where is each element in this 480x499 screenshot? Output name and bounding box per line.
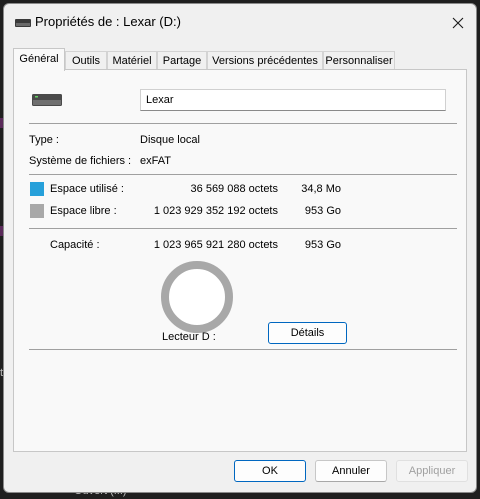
used-space-bytes: 36 569 088 octets <box>190 183 278 195</box>
close-icon <box>452 17 464 29</box>
separator <box>29 174 457 175</box>
tab-sharing[interactable]: Partage <box>157 51 207 69</box>
drive-letter-label: Lecteur D : <box>162 331 216 343</box>
close-button[interactable] <box>444 9 472 37</box>
title-bar[interactable]: Propriétés de : Lexar (D:) <box>4 4 476 42</box>
capacity-label: Capacité : <box>50 239 100 251</box>
capacity-short: 953 Go <box>304 239 341 251</box>
general-panel: Type : Disque local Système de fichiers … <box>13 69 467 452</box>
filesystem-label: Système de fichiers : <box>29 155 132 167</box>
filesystem-value: exFAT <box>140 155 171 167</box>
tab-tools[interactable]: Outils <box>65 51 107 69</box>
free-space-label: Espace libre : <box>50 205 117 217</box>
used-space-short: 34,8 Mo <box>301 183 341 195</box>
tab-previous-versions[interactable]: Versions précédentes <box>207 51 323 69</box>
free-space-swatch <box>30 204 44 218</box>
apply-button[interactable]: Appliquer <box>396 460 468 482</box>
used-space-label: Espace utilisé : <box>50 183 124 195</box>
used-space-swatch <box>30 182 44 196</box>
capacity-bytes: 1 023 965 921 280 octets <box>153 239 278 251</box>
separator <box>29 123 457 124</box>
separator <box>29 228 457 229</box>
free-space-short: 953 Go <box>304 205 341 217</box>
type-label: Type : <box>29 134 59 146</box>
properties-dialog: Propriétés de : Lexar (D:) Général Outil… <box>3 3 477 493</box>
tab-general[interactable]: Général <box>13 48 65 71</box>
window-title: Propriétés de : Lexar (D:) <box>35 14 181 29</box>
ok-button[interactable]: OK <box>234 460 306 482</box>
tab-hardware[interactable]: Matériel <box>107 51 157 69</box>
drive-icon <box>15 19 31 27</box>
usage-donut-chart <box>161 261 233 333</box>
tab-customize[interactable]: Personnaliser <box>323 51 395 69</box>
drive-name-input[interactable] <box>140 89 446 111</box>
drive-icon <box>32 94 62 106</box>
type-value: Disque local <box>140 134 200 146</box>
free-space-bytes: 1 023 929 352 192 octets <box>153 205 278 217</box>
cancel-button[interactable]: Annuler <box>315 460 387 482</box>
separator <box>29 349 457 350</box>
details-button[interactable]: Détails <box>268 322 347 344</box>
